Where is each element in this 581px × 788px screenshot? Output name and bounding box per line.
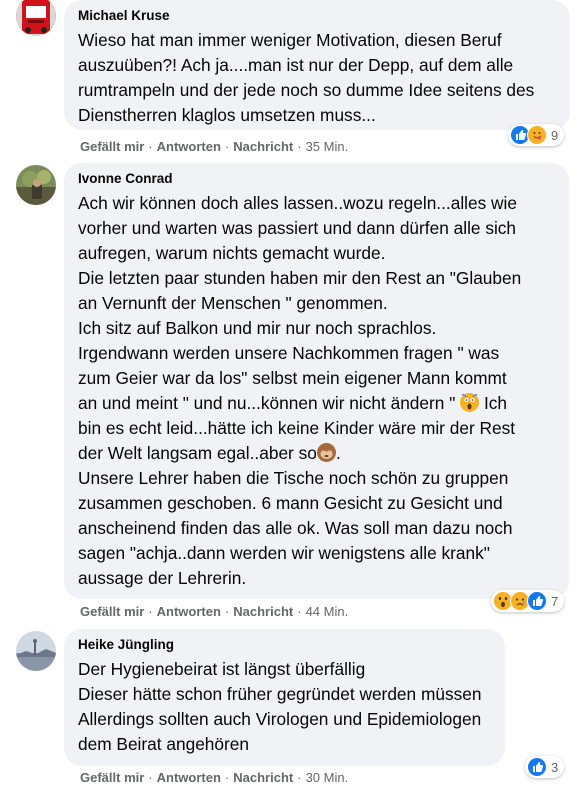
comment-bubble: Michael Kruse Wieso hat man immer wenige… [64, 0, 570, 130]
reactions-summary[interactable]: 7 [491, 590, 565, 612]
comment-author[interactable]: Ivonne Conrad [78, 171, 555, 187]
comment-actions: Gefällt mir · Antworten · Nachricht · 44 Min. [80, 604, 349, 619]
avatar-image [16, 165, 56, 205]
message-button[interactable]: Nachricht [233, 139, 293, 154]
comment-timestamp[interactable]: 35 Min. [306, 139, 349, 154]
comment-bubble: Heike Jüngling Der Hygienebeirat ist län… [64, 629, 505, 766]
reaction-count: 7 [551, 593, 559, 609]
like-icon [527, 591, 547, 611]
like-button[interactable]: Gefällt mir [80, 604, 144, 619]
comment-actions: Gefällt mir · Antworten · Nachricht · 35 Min. [80, 139, 349, 154]
reaction-count: 9 [551, 127, 559, 143]
avatar[interactable] [16, 165, 56, 205]
care-icon [527, 125, 547, 145]
reply-button[interactable]: Antworten [157, 139, 221, 154]
comment-timestamp[interactable]: 44 Min. [306, 604, 349, 619]
reply-button[interactable]: Antworten [157, 604, 221, 619]
comment-author[interactable]: Heike Jüngling [78, 637, 491, 653]
reply-button[interactable]: Antworten [157, 770, 221, 785]
reactions-summary[interactable]: 3 [525, 756, 565, 778]
reaction-count: 3 [551, 759, 559, 775]
comment-bubble: Ivonne Conrad Ach wir können doch alles … [64, 163, 569, 599]
like-button[interactable]: Gefällt mir [80, 139, 144, 154]
avatar-image [16, 631, 56, 671]
like-button[interactable]: Gefällt mir [80, 770, 144, 785]
reactions-summary[interactable]: 9 [508, 124, 565, 146]
message-button[interactable]: Nachricht [233, 770, 293, 785]
comment-text: Wieso hat man immer weniger Motivation, … [78, 30, 540, 125]
comment-author[interactable]: Michael Kruse [78, 8, 556, 24]
comment-actions: Gefällt mir · Antworten · Nachricht · 30 Min. [80, 770, 349, 785]
comment-timestamp[interactable]: 30 Min. [306, 770, 349, 785]
like-icon [527, 757, 547, 777]
message-button[interactable]: Nachricht [233, 604, 293, 619]
screaming-emoji [460, 393, 480, 412]
avatar[interactable] [16, 0, 56, 36]
comment-text: Ach wir können doch alles lassen..wozu r… [78, 193, 522, 588]
avatar[interactable] [16, 631, 56, 671]
comment-text: Der Hygienebeirat ist längst überfällig … [78, 659, 482, 754]
avatar-image [16, 0, 56, 36]
see-no-evil-monkey-emoji [316, 443, 336, 462]
